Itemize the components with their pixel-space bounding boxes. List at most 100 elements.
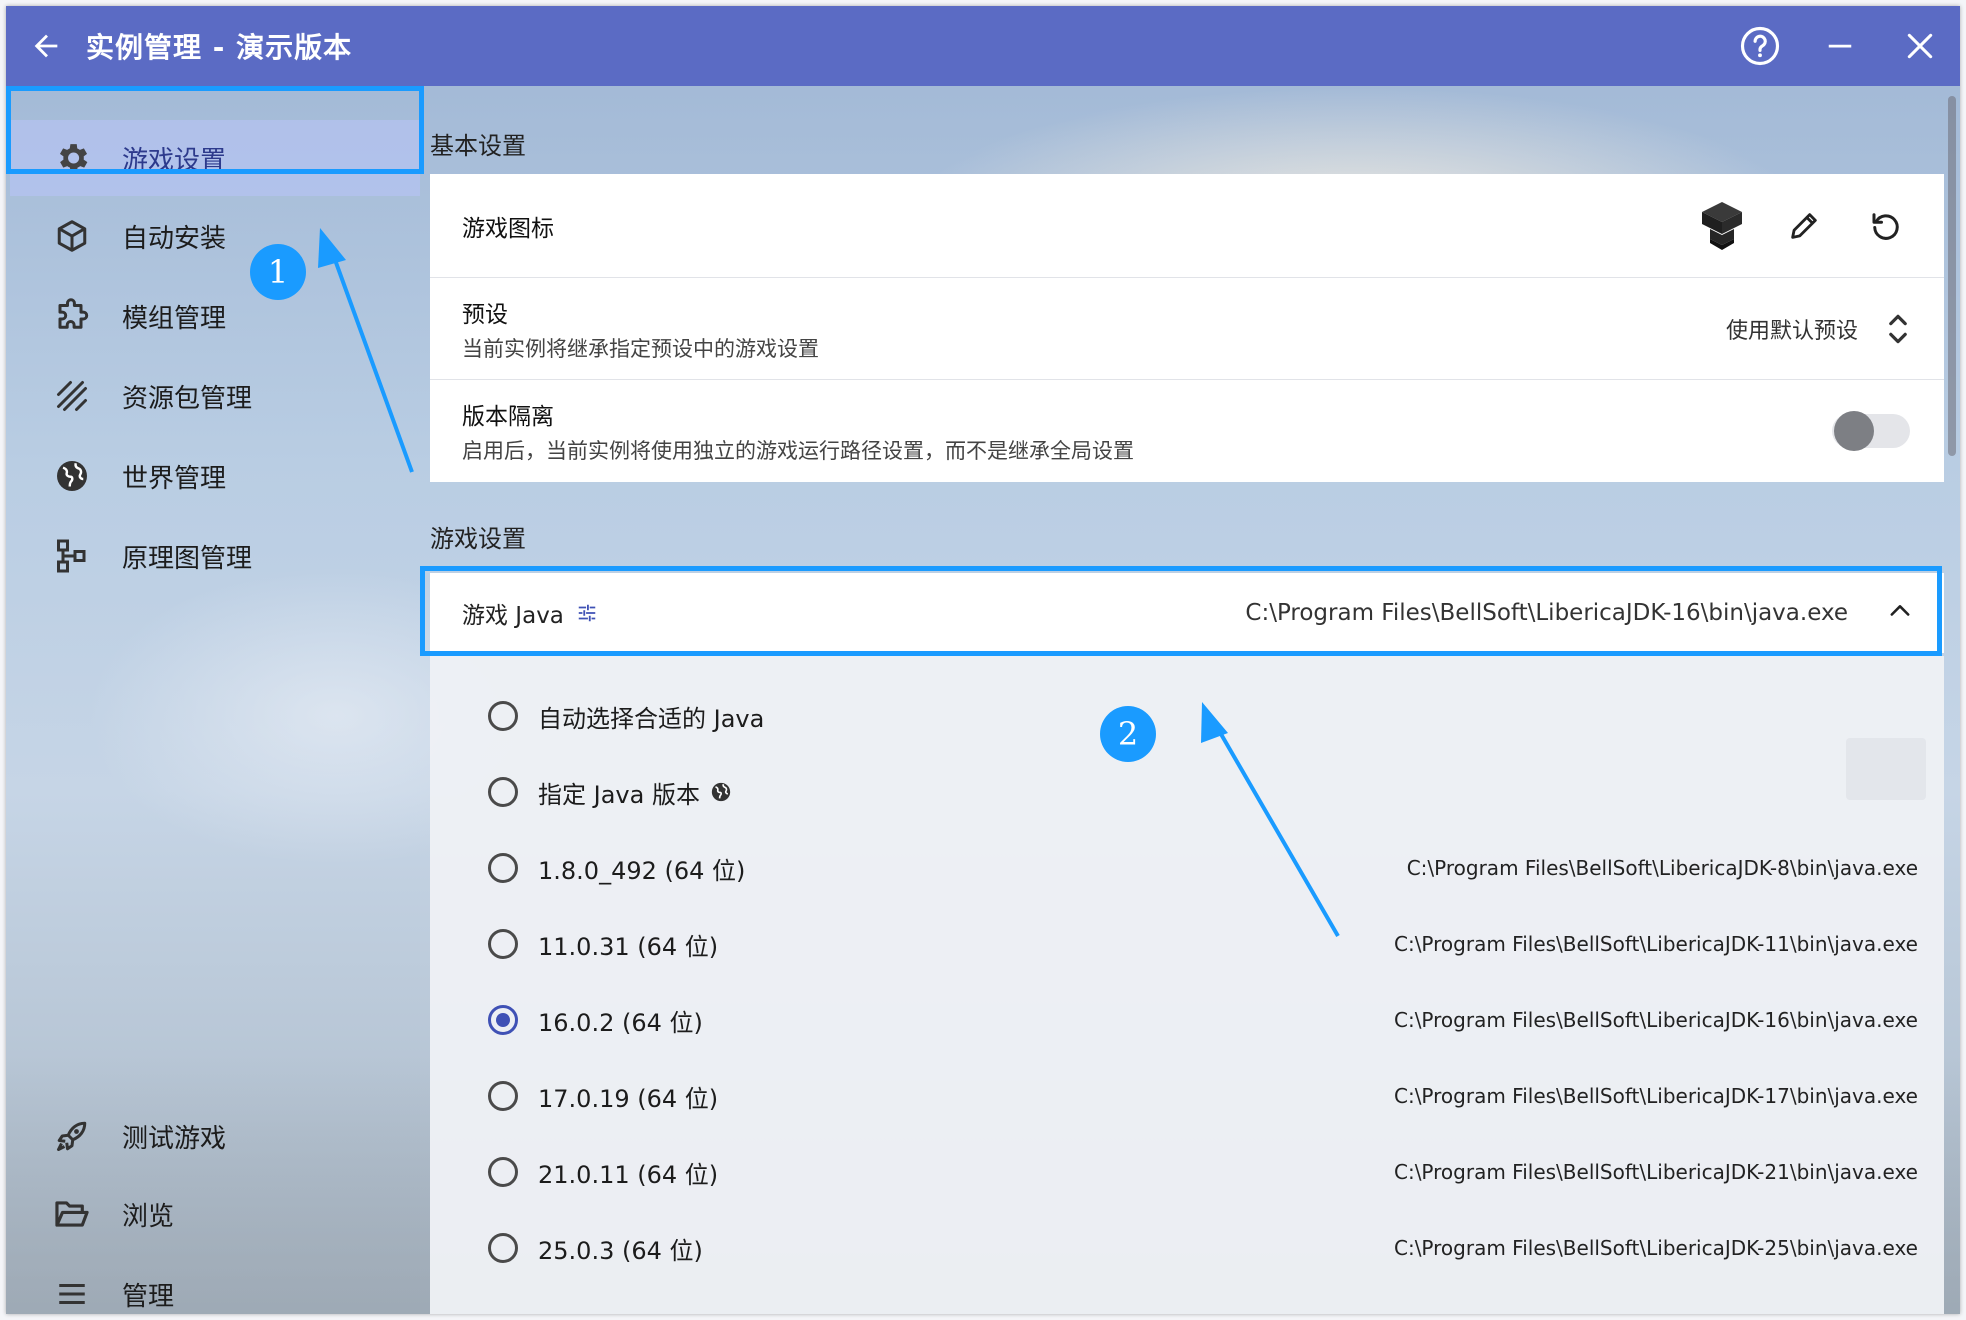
sidebar-item-auto-install[interactable]: 自动安装 (10, 198, 420, 274)
arrow-left-icon (34, 34, 58, 58)
preset-row[interactable]: 预设 当前实例将继承指定预设中的游戏设置 使用默认预设 (430, 278, 1944, 380)
preset-subtitle: 当前实例将继承指定预设中的游戏设置 (462, 336, 819, 361)
option-label: 指定 Java 版本 (538, 780, 700, 809)
preset-title: 预设 (462, 301, 508, 328)
menu-icon (50, 1272, 94, 1314)
option-label: 17.0.19 (64 位) (538, 1084, 719, 1113)
game-icon-row: 游戏图标 (430, 174, 1944, 278)
sidebar-item-test-game[interactable]: 测试游戏 (10, 1098, 420, 1174)
option-label: 自动选择合适的 Java (538, 704, 765, 733)
sidebar-item-browse[interactable]: 浏览 (10, 1176, 420, 1252)
globe-icon (711, 782, 731, 802)
radio-button[interactable] (488, 853, 518, 883)
back-button[interactable] (6, 6, 86, 86)
option-path: C:\Program Files\BellSoft\LibericaJDK-11… (1393, 932, 1918, 956)
puzzle-icon (50, 294, 94, 338)
collapse-button[interactable] (1886, 597, 1914, 629)
radio-button[interactable] (488, 701, 518, 731)
refresh-icon (1872, 212, 1899, 240)
radio-button[interactable] (488, 1233, 518, 1263)
radio-button[interactable] (488, 929, 518, 959)
sidebar-item-label: 测试游戏 (122, 1123, 227, 1154)
java-option-25[interactable]: 25.0.3 (64 位) C:\Program Files\BellSoft\… (430, 1210, 1944, 1286)
texture-icon (50, 374, 94, 418)
game-icon-label: 游戏图标 (462, 215, 554, 242)
sidebar-item-schematic-management[interactable]: 原理图管理 (10, 518, 420, 594)
help-icon (1740, 26, 1780, 66)
minimize-icon (1828, 44, 1852, 48)
sidebar-item-label: 管理 (122, 1281, 175, 1312)
globe-icon (50, 454, 94, 498)
preset-select-value[interactable]: 使用默认预设 (1726, 313, 1858, 345)
close-button[interactable] (1880, 6, 1960, 86)
annotation-badge-2: 2 (1100, 706, 1156, 762)
radio-button[interactable] (488, 1157, 518, 1187)
option-label: 25.0.3 (64 位) (538, 1236, 703, 1265)
close-icon (1907, 33, 1933, 59)
chevron-up-icon (1890, 605, 1910, 616)
main-content: 基本设置 游戏图标 预设 当前实例将继承指定预设中的游戏设置 使用默认预设 版本… (424, 86, 1954, 1314)
scrollbar-thumb[interactable] (1948, 96, 1956, 456)
sidebar: 游戏设置 自动安装 模组管理 资源包管理 世界管理 原理图管理 测试游戏 浏览 … (6, 86, 424, 1314)
option-path: C:\Program Files\BellSoft\LibericaJDK-8\… (1406, 856, 1918, 880)
sidebar-item-label: 自动安装 (122, 223, 227, 254)
edit-icon-button[interactable] (1780, 202, 1828, 250)
app-window: 实例管理 - 演示版本 游戏设置 自动安装 模组管理 资源包管理 世界管理 原理… (6, 6, 1960, 1314)
sidebar-item-manage[interactable]: 管理 (10, 1256, 420, 1314)
option-path: C:\Program Files\BellSoft\LibericaJDK-16… (1393, 1008, 1918, 1032)
sidebar-item-label: 世界管理 (122, 463, 227, 494)
pencil-icon (1791, 212, 1817, 239)
isolation-row: 版本隔离 启用后，当前实例将使用独立的游戏运行路径设置，而不是继承全局设置 (430, 380, 1944, 482)
window-title: 实例管理 - 演示版本 (86, 31, 353, 64)
option-path: C:\Program Files\BellSoft\LibericaJDK-21… (1393, 1160, 1918, 1184)
game-java-title: 游戏 Java (462, 603, 564, 629)
schematic-icon (50, 534, 94, 578)
chevron-updown-icon[interactable] (1886, 311, 1910, 347)
java-option-16[interactable]: 16.0.2 (64 位) C:\Program Files\BellSoft\… (430, 982, 1944, 1058)
isolation-subtitle: 启用后，当前实例将使用独立的游戏运行路径设置，而不是继承全局设置 (462, 439, 1134, 463)
annotation-badge-1: 1 (250, 244, 306, 300)
java-option-auto[interactable]: 自动选择合适的 Java (430, 678, 1944, 754)
basic-settings-card: 游戏图标 预设 当前实例将继承指定预设中的游戏设置 使用默认预设 版本隔离 启用… (430, 174, 1944, 482)
option-label: 16.0.2 (64 位) (538, 1008, 703, 1037)
radio-button[interactable] (488, 777, 518, 807)
sidebar-item-mod-management[interactable]: 模组管理 (10, 278, 420, 354)
minimize-button[interactable] (1800, 6, 1880, 86)
reset-icon-button[interactable] (1862, 202, 1910, 250)
java-option-21[interactable]: 21.0.11 (64 位) C:\Program Files\BellSoft… (430, 1134, 1944, 1210)
title-bar: 实例管理 - 演示版本 (6, 6, 1960, 86)
folder-icon (50, 1192, 94, 1236)
option-path: C:\Program Files\BellSoft\LibericaJDK-17… (1393, 1084, 1918, 1108)
game-java-path: C:\Program Files\BellSoft\LibericaJDK-16… (1245, 600, 1848, 626)
rocket-icon (50, 1114, 94, 1158)
gear-icon (50, 136, 94, 180)
game-java-row[interactable]: 游戏 Java C:\Program Files\BellSoft\Liberi… (430, 573, 1944, 653)
isolation-title: 版本隔离 (462, 404, 554, 430)
section-title-game: 游戏设置 (430, 525, 526, 553)
sidebar-item-game-settings[interactable]: 游戏设置 (10, 120, 420, 196)
java-option-17[interactable]: 17.0.19 (64 位) C:\Program Files\BellSoft… (430, 1058, 1944, 1134)
sidebar-item-label: 模组管理 (122, 303, 227, 334)
sidebar-item-world-management[interactable]: 世界管理 (10, 438, 420, 514)
option-label: 21.0.11 (64 位) (538, 1160, 719, 1189)
sidebar-item-resource-packs[interactable]: 资源包管理 (10, 358, 420, 434)
sidebar-item-label: 游戏设置 (122, 145, 227, 176)
sidebar-item-label: 资源包管理 (122, 383, 253, 414)
radio-button-checked[interactable] (488, 1005, 518, 1035)
sidebar-item-label: 原理图管理 (122, 543, 253, 574)
isolation-toggle[interactable] (1832, 411, 1910, 451)
option-label: 11.0.31 (64 位) (538, 932, 719, 961)
game-block-icon[interactable] (1698, 201, 1746, 250)
tune-icon (578, 604, 596, 622)
java-option-list: 自动选择合适的 Java 指定 Java 版本 1.8.0_492 (64 位)… (430, 656, 1944, 1314)
sidebar-item-label: 浏览 (122, 1201, 175, 1232)
option-path: C:\Program Files\BellSoft\LibericaJDK-25… (1393, 1236, 1918, 1260)
java-option-11[interactable]: 11.0.31 (64 位) C:\Program Files\BellSoft… (430, 906, 1944, 982)
option-label: 1.8.0_492 (64 位) (538, 856, 746, 885)
radio-button[interactable] (488, 1081, 518, 1111)
section-title-basic: 基本设置 (430, 132, 526, 160)
help-button[interactable] (1720, 6, 1800, 86)
toggle-knob (1834, 411, 1874, 451)
java-option-specific-version[interactable]: 指定 Java 版本 (430, 754, 1944, 830)
java-option-8[interactable]: 1.8.0_492 (64 位) C:\Program Files\BellSo… (430, 830, 1944, 906)
